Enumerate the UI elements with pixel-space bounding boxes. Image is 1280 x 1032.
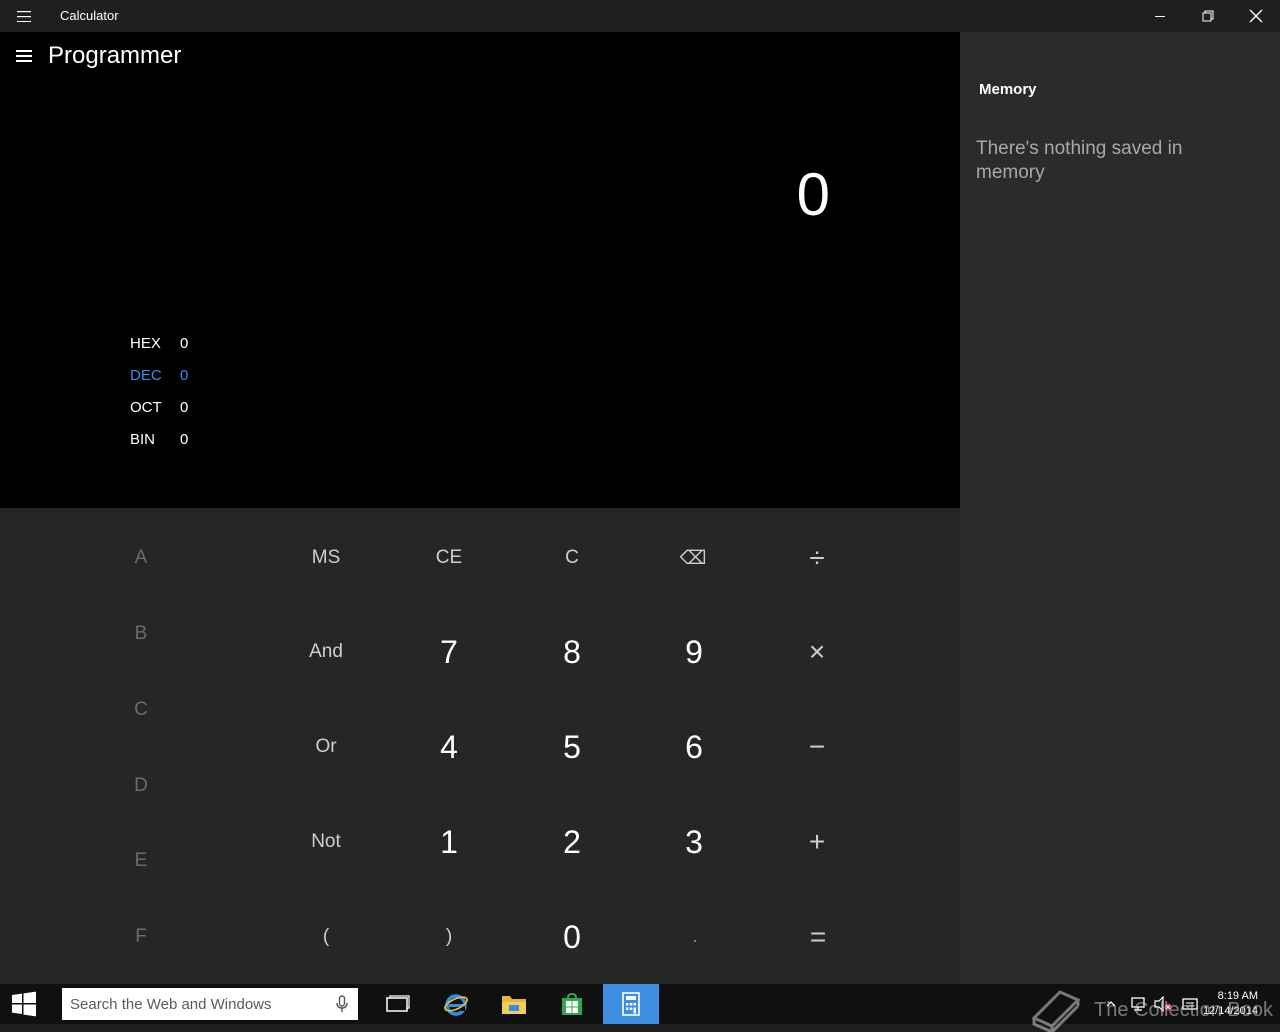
key-d[interactable]: D (81, 748, 201, 824)
radix-oct[interactable]: OCT 0 (130, 399, 188, 416)
radix-hex[interactable]: HEX 0 (130, 335, 188, 352)
key-4[interactable]: 4 (389, 707, 509, 787)
key-5[interactable]: 5 (512, 707, 632, 787)
watermark: The Collection Book (1030, 988, 1273, 1032)
radix-value: 0 (180, 399, 189, 416)
internet-explorer-icon[interactable] (428, 984, 484, 1024)
result-display: 0 (796, 161, 830, 228)
window-title: Calculator (60, 8, 119, 23)
watermark-text: The Collection Book (1094, 998, 1273, 1021)
store-icon[interactable] (544, 984, 600, 1024)
key-c-hex[interactable]: C (81, 672, 201, 748)
search-placeholder: Search the Web and Windows (70, 996, 272, 1013)
divide-button[interactable]: ÷ (757, 518, 877, 598)
mode-title: Programmer (48, 42, 182, 69)
radix-value: 0 (180, 431, 189, 448)
equals-button[interactable]: = (758, 897, 878, 977)
title-bar: Calculator (0, 0, 1280, 32)
key-e[interactable]: E (81, 823, 201, 899)
radix-value: 0 (180, 335, 189, 352)
key-2[interactable]: 2 (512, 802, 632, 882)
minimize-button[interactable] (1136, 0, 1184, 32)
radix-bin[interactable]: BIN 0 (130, 431, 188, 448)
search-box[interactable]: Search the Web and Windows (62, 988, 358, 1020)
radix-label: OCT (130, 399, 162, 416)
task-view-icon[interactable] (370, 984, 426, 1024)
key-8[interactable]: 8 (512, 612, 632, 692)
memory-empty-message: There's nothing saved in memory (976, 138, 1183, 183)
key-f[interactable]: F (81, 899, 201, 975)
radix-dec[interactable]: DEC 0 (130, 367, 188, 384)
hamburger-menu-icon[interactable] (8, 6, 40, 26)
decimal-button[interactable]: . (635, 897, 755, 977)
multiply-button[interactable]: × (757, 612, 877, 692)
key-b[interactable]: B (81, 596, 201, 672)
clear-entry-button[interactable]: CE (389, 518, 509, 598)
key-6[interactable]: 6 (634, 707, 754, 787)
key-a[interactable]: A (81, 520, 201, 596)
radix-label: BIN (130, 431, 156, 448)
file-explorer-icon[interactable] (486, 984, 542, 1024)
calculator-app-icon[interactable] (603, 984, 659, 1024)
or-button[interactable]: Or (266, 707, 386, 787)
key-9[interactable]: 9 (634, 612, 754, 692)
radix-value: 0 (180, 367, 189, 384)
minus-button[interactable]: − (757, 707, 877, 787)
start-windows-icon[interactable] (0, 984, 48, 1024)
keypad: A B C D E F MS CE C ⌫ ÷ And 7 8 9 × Or 4… (0, 508, 960, 984)
not-button[interactable]: Not (266, 802, 386, 882)
radix-label: DEC (130, 367, 162, 384)
restore-button[interactable] (1184, 0, 1232, 32)
key-0[interactable]: 0 (512, 897, 632, 977)
key-3[interactable]: 3 (634, 802, 754, 882)
display-area: Programmer 0 HEX 0 DEC 0 OCT 0 BIN 0 (0, 32, 960, 508)
clear-button[interactable]: C (512, 518, 632, 598)
navigation-menu-icon[interactable] (8, 44, 40, 68)
left-paren-button[interactable]: ( (266, 897, 386, 977)
memory-store-button[interactable]: MS (266, 518, 386, 598)
close-button[interactable] (1232, 0, 1280, 32)
and-button[interactable]: And (266, 612, 386, 692)
book-icon (1031, 990, 1080, 1032)
plus-button[interactable]: + (757, 802, 877, 882)
backspace-icon[interactable]: ⌫ (633, 518, 753, 598)
key-7[interactable]: 7 (389, 612, 509, 692)
memory-pane: Memory There's nothing saved in memory (960, 32, 1280, 984)
memory-title[interactable]: Memory (979, 81, 1037, 98)
key-1[interactable]: 1 (389, 802, 509, 882)
right-paren-button[interactable]: ) (389, 897, 509, 977)
microphone-icon[interactable] (336, 995, 348, 1018)
radix-label: HEX (130, 335, 161, 352)
